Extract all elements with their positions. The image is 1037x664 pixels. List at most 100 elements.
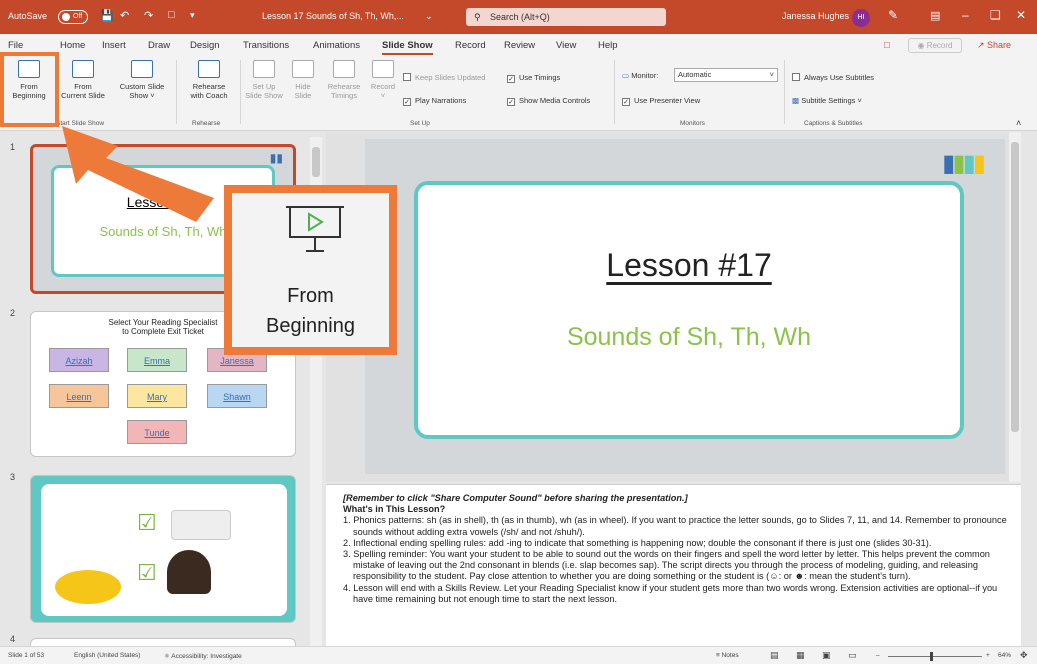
from-current-slide-button[interactable]: From Current Slide — [58, 60, 108, 100]
scrollbar-thumb[interactable] — [312, 147, 320, 177]
zoom-slider-thumb[interactable] — [930, 652, 933, 661]
always-subtitles-checkbox[interactable]: Always Use Subtitles — [792, 73, 874, 82]
record-dropdown-button[interactable]: Record ˅ — [368, 60, 398, 100]
share-button[interactable]: ↗ Share — [968, 38, 1020, 53]
monitor-select[interactable]: Automatic ˅ — [674, 68, 778, 82]
from-current-label-2: Current Slide — [61, 91, 105, 100]
reading-view-icon[interactable]: ▣ — [822, 650, 831, 661]
fit-to-window-icon[interactable]: ✥ — [1020, 650, 1028, 661]
autosave-toggle[interactable]: Off — [58, 10, 88, 24]
slide-sorter-icon[interactable]: ▦ — [796, 650, 805, 661]
document-title[interactable]: Lesson 17 Sounds of Sh, Th, Wh,... — [262, 11, 404, 21]
play-narrations-checkbox[interactable]: ✓ Play Narrations — [403, 96, 466, 106]
notes-item: 2. Inflectional ending spelling rules: a… — [343, 537, 932, 548]
maximize-icon[interactable]: ❏ — [990, 8, 1001, 22]
user-name[interactable]: Janessa Hughes — [782, 11, 849, 21]
record-button-label: Record — [926, 41, 953, 50]
zoom-level[interactable]: 64% — [998, 652, 1011, 659]
undo-icon[interactable]: ↶ — [120, 9, 129, 22]
slide-title[interactable]: Lesson #17 — [418, 247, 960, 284]
check-icon: ☑ — [137, 560, 157, 585]
from-current-label-1: From — [74, 82, 92, 91]
language-indicator[interactable]: English (United States) — [74, 652, 140, 659]
always-subtitles-label: Always Use Subtitles — [804, 73, 875, 82]
slide-thumbnail-4[interactable] — [30, 638, 296, 646]
record-label: Record — [370, 82, 396, 91]
coach-icon — [198, 60, 220, 78]
zoom-in-icon[interactable]: + — [986, 652, 990, 659]
slide-number: 1 — [10, 142, 16, 152]
comments-icon[interactable]: □ — [884, 40, 890, 51]
custom-show-label-2: Show — [129, 91, 149, 100]
tab-insert[interactable]: Insert — [102, 40, 126, 51]
ribbon-display-icon[interactable]: ▤ — [930, 9, 940, 22]
slide-canvas[interactable]: ▮▮▮▮ Lesson #17 Sounds of Sh, Th, Wh — [365, 139, 1005, 474]
slideshow-view-icon[interactable]: ▭ — [848, 650, 857, 661]
notes-button-label: Notes — [721, 652, 739, 659]
speaker-notes[interactable]: [Remember to click "Share Computer Sound… — [326, 484, 1021, 646]
tab-help[interactable]: Help — [598, 40, 618, 51]
minimize-icon[interactable]: – — [962, 8, 969, 22]
tab-view[interactable]: View — [556, 40, 576, 51]
use-timings-checkbox[interactable]: ✓ Use Timings — [507, 73, 560, 83]
hide-slide-button[interactable]: Hide Slide — [288, 60, 318, 100]
logo-icon: ▮▮▮▮ — [942, 150, 986, 177]
slide-card: Lesson #17 Sounds of Sh, Th, Wh — [414, 181, 964, 439]
normal-view-icon[interactable]: ▤ — [770, 650, 779, 661]
slide-subtitle[interactable]: Sounds of Sh, Th, Wh — [418, 323, 960, 352]
chevron-down-icon[interactable]: ⌄ — [425, 11, 433, 22]
avatar[interactable]: HI — [852, 9, 870, 27]
keep-slides-updated-checkbox[interactable]: Keep Slides Updated — [403, 73, 485, 82]
callout-label-2: Beginning — [266, 315, 355, 337]
custom-slide-show-button[interactable]: Custom Slide Show ˅ — [114, 60, 170, 100]
zoom-out-icon[interactable]: – — [876, 652, 880, 659]
pen-icon[interactable]: ✎ — [888, 8, 898, 22]
customize-qat-icon[interactable]: ▾ — [190, 10, 195, 21]
use-timings-label: Use Timings — [519, 73, 561, 82]
presenter-view-checkbox[interactable]: ✓ Use Presenter View — [622, 96, 700, 106]
hide-slide-icon — [292, 60, 314, 78]
subtitle-settings-button[interactable]: ▩ Subtitle Settings ˅ — [792, 96, 862, 105]
slide-thumbnail-3[interactable]: ☑ ☑ — [30, 475, 296, 623]
scrollbar-thumb[interactable] — [1011, 142, 1019, 432]
notes-item: 3. Spelling reminder: You want your stud… — [343, 549, 990, 582]
accessibility-status[interactable]: ⚛ Accessibility: Investigate — [164, 652, 242, 660]
rehearse-timings-button[interactable]: Rehearse Timings — [324, 60, 364, 100]
show-media-controls-checkbox[interactable]: ✓ Show Media Controls — [507, 96, 590, 106]
notes-heading: What's in This Lesson? — [343, 504, 446, 515]
tab-file[interactable]: File — [8, 40, 23, 51]
collapse-ribbon-icon[interactable]: ˄ — [1016, 118, 1021, 128]
ribbon: From Beginning From Current Slide Custom… — [0, 56, 1037, 131]
set-up-slide-show-button[interactable]: Set Up Slide Show — [244, 60, 284, 100]
group-rehearse: Rehearse — [192, 120, 221, 127]
zoom-callout: From Beginning — [224, 185, 397, 355]
tab-draw[interactable]: Draw — [148, 40, 170, 51]
notes-button[interactable]: ≡ Notes — [716, 652, 739, 659]
name-cell: Shawn — [207, 384, 267, 408]
tab-transitions[interactable]: Transitions — [243, 40, 289, 51]
tab-record[interactable]: Record — [455, 40, 486, 51]
name-cell: Tunde — [127, 420, 187, 444]
setup-label-1: Set Up — [252, 82, 276, 91]
slide-number: 3 — [10, 472, 16, 482]
tab-design[interactable]: Design — [190, 40, 220, 51]
search-box[interactable]: ⚲ Search (Alt+Q) — [466, 8, 666, 26]
setup-icon — [253, 60, 275, 78]
tab-animations[interactable]: Animations — [313, 40, 360, 51]
tab-slide-show[interactable]: Slide Show — [382, 40, 433, 55]
save-icon[interactable]: 💾 — [100, 9, 114, 22]
tab-review[interactable]: Review — [504, 40, 535, 51]
tab-home[interactable]: Home — [60, 40, 85, 51]
accessibility-icon: ⚛ — [164, 653, 170, 660]
divider — [784, 60, 785, 124]
thumb3-card: ☑ ☑ — [41, 484, 287, 616]
rehearse-with-coach-button[interactable]: Rehearse with Coach — [182, 60, 236, 100]
redo-icon[interactable]: ↷ — [144, 9, 153, 22]
check-icon: ☑ — [137, 510, 157, 535]
record-button[interactable]: ◉ Record — [908, 38, 962, 53]
zoom-slider[interactable] — [888, 656, 982, 657]
notes-list: 1. Phonics patterns: sh (as in shell), t… — [343, 515, 1013, 605]
present-icon[interactable]: □ — [168, 9, 175, 21]
slide-scrollbar[interactable] — [1009, 132, 1021, 482]
close-icon[interactable]: ✕ — [1016, 8, 1026, 22]
